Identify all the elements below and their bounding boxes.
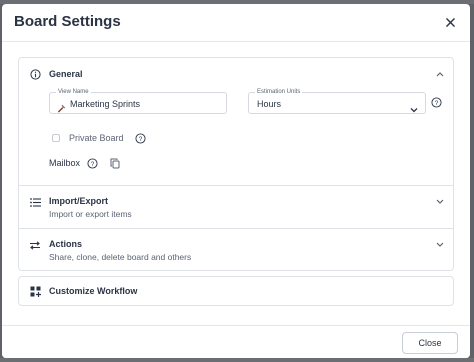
backdrop <box>0 358 474 362</box>
general-section: General View Name Marketing Sprints Esti… <box>18 57 454 185</box>
actions-section[interactable]: Actions Share, clone, delete board and o… <box>18 228 454 271</box>
svg-text:?: ? <box>91 161 95 168</box>
swap-arrows-icon <box>28 238 42 252</box>
grid-plus-icon <box>28 284 42 298</box>
list-icon <box>28 195 42 209</box>
close-icon[interactable] <box>440 12 460 32</box>
actions-subtitle: Share, clone, delete board and others <box>49 252 192 262</box>
mailbox-label: Mailbox <box>49 158 81 168</box>
chevron-down-icon <box>410 100 418 113</box>
private-board-checkbox[interactable] <box>52 134 60 142</box>
import-export-section[interactable]: Import/Export Import or export items <box>18 185 454 228</box>
svg-text:?: ? <box>435 100 439 107</box>
modal-title: Board Settings <box>14 13 121 30</box>
modal-footer: Close <box>2 325 470 358</box>
chevron-up-icon[interactable] <box>435 69 445 79</box>
estimation-help-icon[interactable]: ? <box>431 97 442 108</box>
svg-text:?: ? <box>139 136 143 143</box>
estimation-units-value: Hours <box>257 99 282 109</box>
modal-header: Board Settings <box>2 4 470 42</box>
view-name-field[interactable]: View Name Marketing Sprints <box>49 88 227 114</box>
customize-workflow-section[interactable]: Customize Workflow <box>18 276 454 306</box>
copy-icon[interactable] <box>109 158 120 169</box>
view-name-value: Marketing Sprints <box>70 99 141 109</box>
chevron-down-icon[interactable] <box>435 239 445 249</box>
import-export-subtitle: Import or export items <box>49 209 132 219</box>
private-board-label: Private Board <box>69 133 124 143</box>
customize-workflow-title: Customize Workflow <box>49 286 138 296</box>
close-button[interactable]: Close <box>402 332 458 354</box>
modal-body: General View Name Marketing Sprints Esti… <box>2 43 470 325</box>
estimation-units-select[interactable]: Estimation Units Hours <box>248 88 426 114</box>
actions-title: Actions <box>49 239 83 249</box>
private-board-help-icon[interactable]: ? <box>135 133 146 144</box>
hammer-icon <box>57 100 66 113</box>
mailbox-help-icon[interactable]: ? <box>87 158 98 169</box>
view-name-label: View Name <box>56 88 91 96</box>
info-circle-icon <box>28 67 42 81</box>
estimation-units-label: Estimation Units <box>255 88 303 96</box>
general-section-title[interactable]: General <box>49 69 83 79</box>
import-export-title: Import/Export <box>49 196 109 206</box>
board-settings-modal: Board Settings General View Name Marketi… <box>2 4 470 358</box>
chevron-down-icon[interactable] <box>435 196 445 206</box>
